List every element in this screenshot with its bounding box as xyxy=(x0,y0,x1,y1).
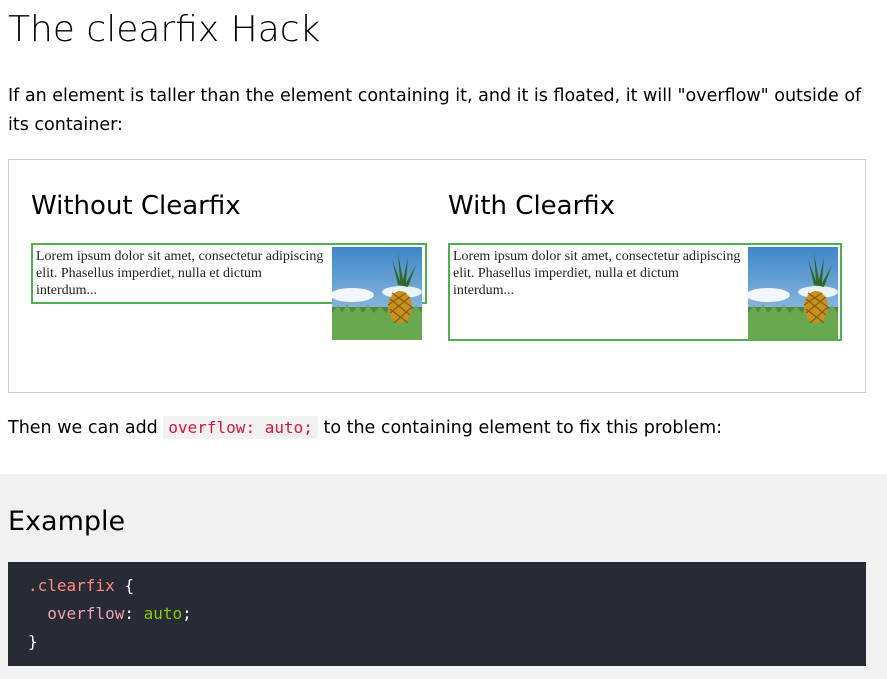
intro-paragraph: If an element is taller than the element… xyxy=(8,86,862,135)
page-title: The clearfix Hack xyxy=(8,9,321,50)
inline-code-overflow: overflow: auto; xyxy=(163,416,318,439)
code-semicolon: ; xyxy=(182,604,192,623)
code-open-brace: { xyxy=(124,576,134,595)
code-colon: : xyxy=(124,604,134,623)
without-clearfix-heading: Without Clearfix xyxy=(31,191,241,221)
code-line-2: overflow: auto; xyxy=(28,600,846,628)
then-paragraph: Then we can add overflow: auto; to the c… xyxy=(8,414,722,442)
with-clearfix-heading: With Clearfix xyxy=(448,191,616,221)
then-text-before: Then we can add xyxy=(8,418,158,438)
lorem-text: Lorem ipsum dolor sit amet, consectetur … xyxy=(453,249,741,298)
lorem-text: Lorem ipsum dolor sit amet, consectetur … xyxy=(36,249,324,298)
clearfix-container: Lorem ipsum dolor sit amet, consectetur … xyxy=(448,243,842,341)
code-value: auto xyxy=(143,604,183,623)
code-selector: .clearfix xyxy=(28,576,115,595)
overflowing-container: Lorem ipsum dolor sit amet, consectetur … xyxy=(31,243,427,340)
then-text-after: to the containing element to fix this pr… xyxy=(323,418,723,438)
code-close-brace: } xyxy=(28,632,38,651)
pineapple-image xyxy=(332,247,422,340)
code-block: .clearfix { overflow: auto; } xyxy=(8,562,866,666)
code-line-3: } xyxy=(28,628,846,656)
demo-box: Without Clearfix Lorem ipsum dolor sit a… xyxy=(8,159,866,393)
pineapple-image xyxy=(748,247,838,340)
code-line-1: .clearfix { xyxy=(28,572,846,600)
example-heading: Example xyxy=(8,506,126,537)
code-property: overflow xyxy=(47,604,125,623)
example-panel: Example .clearfix { overflow: auto; } xyxy=(0,474,887,679)
